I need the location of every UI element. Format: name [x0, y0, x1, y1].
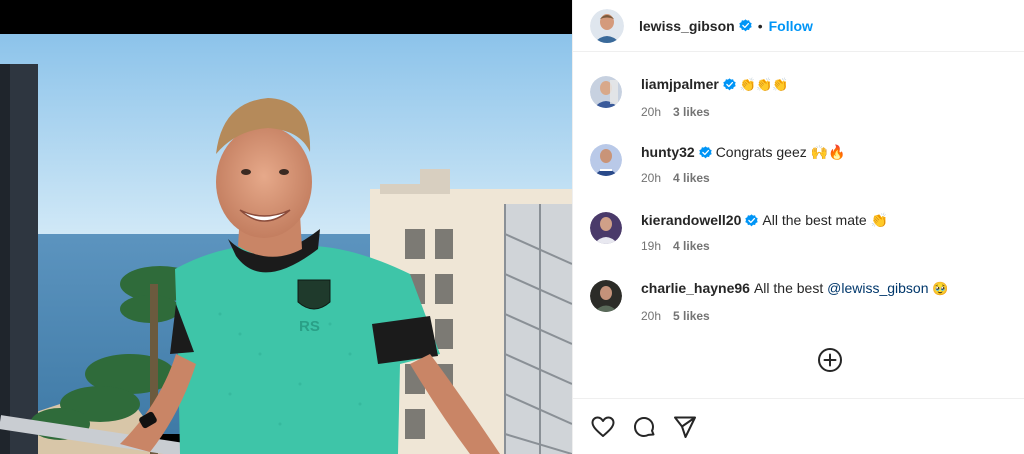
comment-time[interactable]: 19h	[641, 239, 661, 253]
verified-badge-icon	[739, 19, 752, 32]
plus-circle-icon[interactable]	[817, 347, 843, 373]
commenter-avatar[interactable]	[590, 144, 622, 176]
comment-username[interactable]: charlie_hayne96	[641, 280, 750, 296]
comment-item: kierandowell20 All the best mate 👏 19h 4 l…	[590, 211, 888, 253]
comment-text: Congrats geez 🙌🔥	[715, 144, 846, 160]
post-header: lewiss_gibson • Follow	[573, 0, 1024, 52]
comment-item: liamjpalmer 👏👏👏 20h 3 likes	[590, 75, 788, 119]
comment-likes[interactable]: 5 likes	[673, 309, 710, 323]
separator-dot: •	[757, 17, 763, 34]
comment-time[interactable]: 20h	[641, 105, 661, 119]
comment-time[interactable]: 20h	[641, 309, 661, 323]
verified-badge-icon	[699, 146, 712, 159]
svg-text:RS: RS	[299, 318, 320, 335]
comment-emoji: 🥹	[932, 282, 949, 297]
photo-illustration: RS	[0, 34, 572, 454]
comment-username[interactable]: hunty32	[641, 144, 695, 160]
commenter-avatar[interactable]	[590, 280, 622, 312]
comment-time[interactable]: 20h	[641, 171, 661, 185]
comment-bubble-icon[interactable]	[631, 414, 657, 440]
author-username[interactable]: lewiss_gibson	[639, 18, 735, 34]
comment-mention-link[interactable]: @lewiss_gibson	[827, 280, 928, 296]
post-photo[interactable]: RS	[0, 34, 572, 454]
paper-plane-icon[interactable]	[672, 414, 698, 440]
verified-badge-icon	[723, 78, 736, 91]
comment-item: hunty32 Congrats geez 🙌🔥 20h 4 likes	[590, 143, 846, 185]
comment-item: charlie_hayne96 All the best @lewiss_gibs…	[590, 279, 949, 323]
post-action-bar	[573, 398, 1024, 454]
media-letterbox	[0, 0, 572, 34]
post-side-panel: lewiss_gibson • Follow liamjpalmer 👏👏👏 2…	[572, 0, 1024, 454]
commenter-avatar[interactable]	[590, 76, 622, 108]
follow-button[interactable]: Follow	[769, 18, 813, 34]
comment-username[interactable]: liamjpalmer	[641, 76, 719, 92]
comment-text: All the best	[753, 280, 824, 296]
comment-likes[interactable]: 4 likes	[673, 239, 710, 253]
comment-username[interactable]: kierandowell20	[641, 212, 741, 228]
verified-badge-icon	[745, 214, 759, 227]
comment-likes[interactable]: 4 likes	[673, 171, 710, 185]
author-avatar[interactable]	[590, 8, 624, 43]
heart-icon[interactable]	[590, 414, 616, 440]
post-media[interactable]: RS	[0, 0, 572, 454]
comment-likes[interactable]: 3 likes	[673, 105, 710, 119]
comments-list: liamjpalmer 👏👏👏 20h 3 likes hunty32 Cong…	[573, 52, 1024, 398]
commenter-avatar[interactable]	[590, 212, 622, 244]
comment-text: All the best mate 👏	[762, 212, 888, 228]
comment-text: 👏👏👏	[739, 78, 789, 93]
